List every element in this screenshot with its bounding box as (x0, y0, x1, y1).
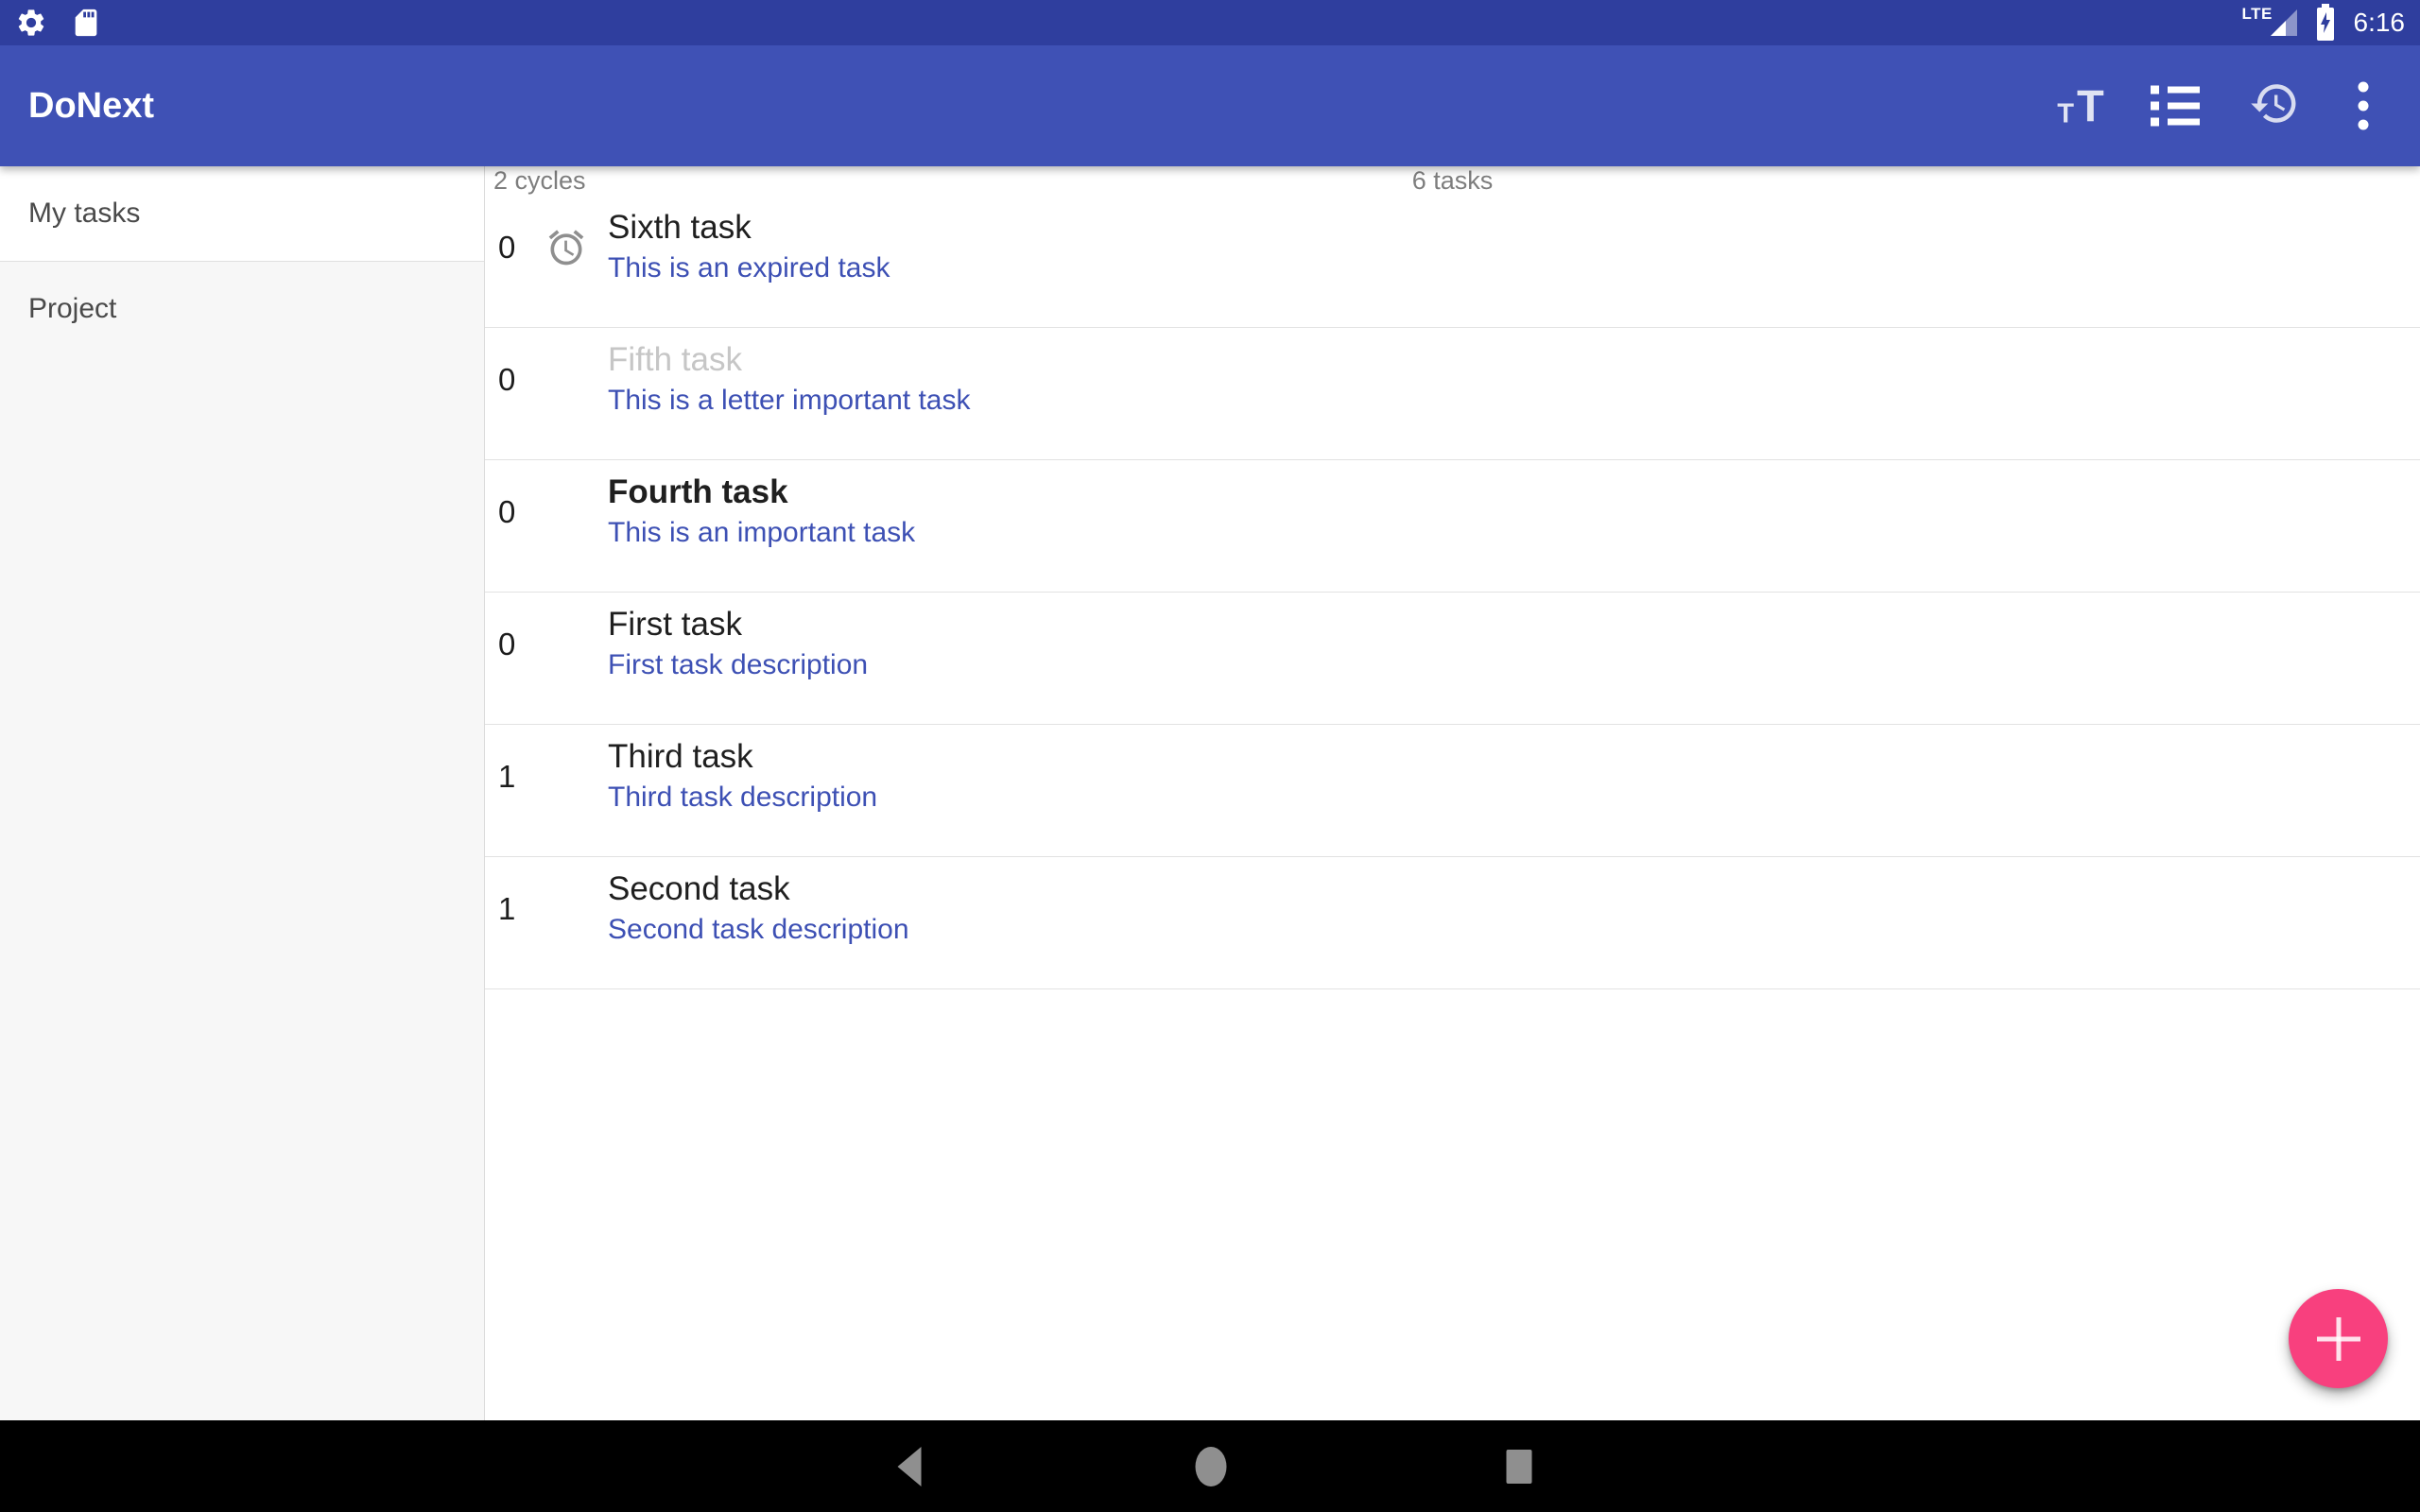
list-icon-bar (2168, 119, 2200, 126)
format-size-small-t: T (2057, 101, 2074, 129)
cycles-header: 2 cycles (493, 166, 586, 196)
list-icon-row (2151, 118, 2200, 127)
task-row-first[interactable]: 0 First task First task description (485, 593, 2420, 725)
status-bar: LTE 6:16 (0, 0, 2420, 45)
task-icon-slot (545, 868, 608, 950)
task-icon-slot (545, 339, 608, 421)
task-text: Second task Second task description (608, 868, 2420, 950)
list-header: 2 cycles 6 tasks (485, 166, 2420, 196)
task-description: This is an expired task (608, 249, 2420, 288)
sidebar: My tasks Project (0, 166, 485, 1420)
task-title: Third task (608, 736, 2420, 778)
recents-button[interactable] (1507, 1450, 1532, 1484)
list-icon-row (2151, 102, 2200, 111)
list-icon-bar (2168, 87, 2200, 94)
task-title: Fifth task (608, 339, 2420, 381)
more-dot (2359, 120, 2369, 130)
history-icon[interactable] (2249, 78, 2300, 134)
task-row-fourth[interactable]: 0 Fourth task This is an important task (485, 460, 2420, 593)
list-icon[interactable] (2151, 86, 2200, 127)
task-cycles-count: 0 (493, 604, 545, 685)
list-icon-bar (2168, 103, 2200, 110)
task-cycles-count: 1 (493, 736, 545, 817)
app-bar-actions: TT (0, 45, 2420, 166)
sd-card-icon (70, 7, 102, 39)
format-size-icon[interactable]: TT (2057, 84, 2103, 129)
task-cycles-count: 1 (493, 868, 545, 950)
app-bar: DoNext TT (0, 45, 2420, 166)
list-icon-dot (2151, 102, 2159, 111)
signal-strength-icon: LTE (2242, 6, 2301, 40)
task-row-second[interactable]: 1 Second task Second task description (485, 857, 2420, 989)
tasks-count-header: 6 tasks (1412, 166, 1494, 196)
task-text: Fifth task This is a letter important ta… (608, 339, 2420, 421)
status-bar-right: LTE 6:16 (2242, 0, 2406, 45)
sidebar-item-label: Project (28, 293, 116, 325)
alarm-icon (545, 227, 587, 268)
task-icon-slot (545, 604, 608, 685)
add-task-fab[interactable] (2289, 1289, 2388, 1388)
status-bar-left (15, 0, 102, 45)
task-icon-slot (545, 207, 608, 288)
list-icon-row (2151, 86, 2200, 94)
task-text: Third task Third task description (608, 736, 2420, 817)
list-icon-dot (2151, 118, 2159, 127)
task-row-fifth[interactable]: 0 Fifth task This is a letter important … (485, 328, 2420, 460)
sidebar-item-my-tasks[interactable]: My tasks (0, 166, 484, 262)
task-row-sixth[interactable]: 0 Sixth task This is an expired task (485, 196, 2420, 328)
task-icon-slot (545, 472, 608, 553)
task-title: Fourth task (608, 472, 2420, 513)
battery-charging-icon (2314, 4, 2337, 42)
list-icon-dot (2151, 86, 2159, 94)
history-icon-glyph (2249, 78, 2300, 129)
task-title: Second task (608, 868, 2420, 910)
task-description: Third task description (608, 778, 2420, 817)
task-row-third[interactable]: 1 Third task Third task description (485, 725, 2420, 857)
task-description: First task description (608, 645, 2420, 685)
task-text: Sixth task This is an expired task (608, 207, 2420, 288)
home-button[interactable] (1196, 1447, 1227, 1486)
sidebar-item-project[interactable]: Project (0, 262, 484, 356)
task-list-panel: 2 cycles 6 tasks 0 Sixth task This is an… (485, 166, 2420, 1420)
task-description: This is an important task (608, 513, 2420, 553)
back-button[interactable] (898, 1447, 922, 1486)
more-dot (2359, 82, 2369, 93)
sidebar-item-label: My tasks (28, 198, 140, 230)
task-description: Second task description (608, 910, 2420, 950)
format-size-big-t: T (2077, 84, 2104, 129)
task-text: First task First task description (608, 604, 2420, 685)
task-cycles-count: 0 (493, 339, 545, 421)
network-type-label: LTE (2242, 5, 2273, 24)
task-cycles-count: 0 (493, 472, 545, 553)
more-dot (2359, 101, 2369, 112)
signal-triangle-fill (2271, 21, 2286, 36)
plus-icon (2336, 1317, 2341, 1361)
task-description: This is a letter important task (608, 381, 2420, 421)
task-title: Sixth task (608, 207, 2420, 249)
more-vert-icon[interactable] (2359, 82, 2369, 130)
android-navigation-bar (0, 1420, 2420, 1512)
task-title: First task (608, 604, 2420, 645)
task-text: Fourth task This is an important task (608, 472, 2420, 553)
clock-time: 6:16 (2354, 8, 2406, 38)
task-icon-slot (545, 736, 608, 817)
settings-icon (15, 7, 47, 39)
task-cycles-count: 0 (493, 207, 545, 288)
